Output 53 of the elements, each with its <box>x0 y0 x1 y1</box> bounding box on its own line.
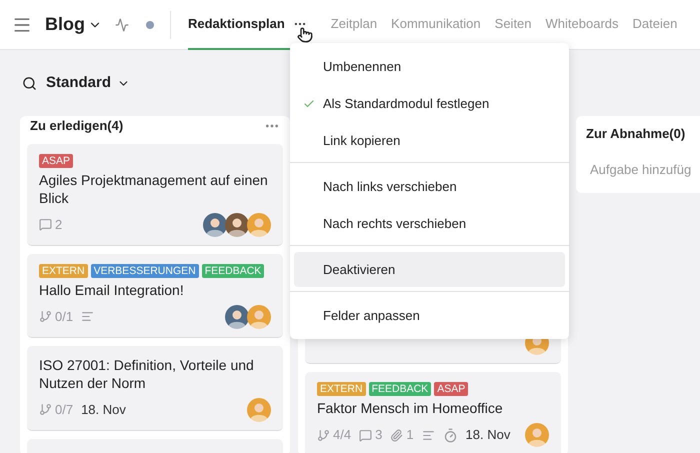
view-title[interactable]: Standard <box>46 72 112 94</box>
search-icon[interactable] <box>22 76 37 90</box>
tag: VERBESSERUNGEN <box>90 264 199 278</box>
menu-item-label: Felder anpassen <box>323 306 420 325</box>
task-card[interactable]: EXTERN FEEDBACK ASAP Faktor Mensch im Homeoffice 4/4 3 1 18. Nov <box>305 372 561 453</box>
due-date: 18. Nov <box>466 426 510 444</box>
tag: ASAP <box>39 154 74 168</box>
description-icon <box>422 428 435 442</box>
task-card[interactable]: EXTERN VERBESSERUNGEN FEEDBACK Hallo Email Integration! 0/1 <box>27 254 283 338</box>
card-title: Faktor Mensch im Homeoffice <box>317 399 504 417</box>
comment-icon <box>359 428 372 442</box>
column-title: Zu erledigen(4) <box>30 117 124 135</box>
subtask-icon <box>39 310 52 323</box>
menu-item[interactable]: Link kopieren <box>294 123 565 158</box>
menu-item-label: Als Standardmodul festlegen <box>323 94 490 113</box>
module-tab[interactable]: Redaktionsplan <box>188 0 285 50</box>
tag: EXTERN <box>317 382 366 396</box>
card-title: Hallo Email Integration! <box>39 280 185 298</box>
meta-count: 0/7 <box>55 400 74 419</box>
tag: FEEDBACK <box>202 264 264 278</box>
menu-item-label: Link kopieren <box>323 132 400 150</box>
menu-item[interactable]: Nach rechts verschieben <box>294 206 565 241</box>
tag: ASAP <box>434 382 468 396</box>
menu-item[interactable]: Nach links verschieben <box>294 169 565 204</box>
menu-item[interactable]: Deaktivieren <box>294 252 565 287</box>
tag: FEEDBACK <box>368 382 432 396</box>
paperclip-icon <box>390 428 404 442</box>
menu-item[interactable]: Felder anpassen <box>294 298 565 333</box>
menu-item-label: Deaktivieren <box>323 260 396 279</box>
project-title[interactable]: Blog <box>45 11 85 38</box>
card-title: ISO 27001: Definition, Vorteile und Nutzen der Norm <box>39 356 255 392</box>
card-title: Agiles Projektmanagement auf einen Blick <box>39 170 269 206</box>
meta-count: 4/4 <box>333 426 352 444</box>
menu-item-label: Nach links verschieben <box>323 178 457 196</box>
task-card[interactable]: ISO 27001: Definition, Vorteile und Nutzen der Norm 0/7 18. Nov <box>27 346 283 430</box>
meta-count: 0/1 <box>55 308 74 326</box>
column-title: Zur Abnahme(0) <box>586 125 686 144</box>
tag: EXTERN <box>39 264 88 278</box>
subtask-icon <box>39 403 52 416</box>
menu-item-label: Nach rechts verschieben <box>323 214 466 233</box>
subtask-icon <box>317 428 330 442</box>
comment-icon <box>39 218 52 231</box>
activity-icon[interactable] <box>115 18 129 32</box>
timer-icon <box>442 428 458 442</box>
description-icon <box>81 310 94 323</box>
task-card[interactable]: ASAP Agiles Projektmanagement auf einen Blick 2 <box>27 144 283 246</box>
meta-count: 3 <box>375 426 382 444</box>
menu-item-label: Umbenennen <box>323 58 402 76</box>
meta-count: 1 <box>406 426 414 444</box>
menu-item[interactable]: Als Standardmodul festlegen <box>294 86 565 121</box>
menu-item[interactable]: Umbenennen <box>294 49 565 84</box>
meta-count: 2 <box>55 216 62 234</box>
due-date: 18. Nov <box>81 400 126 419</box>
